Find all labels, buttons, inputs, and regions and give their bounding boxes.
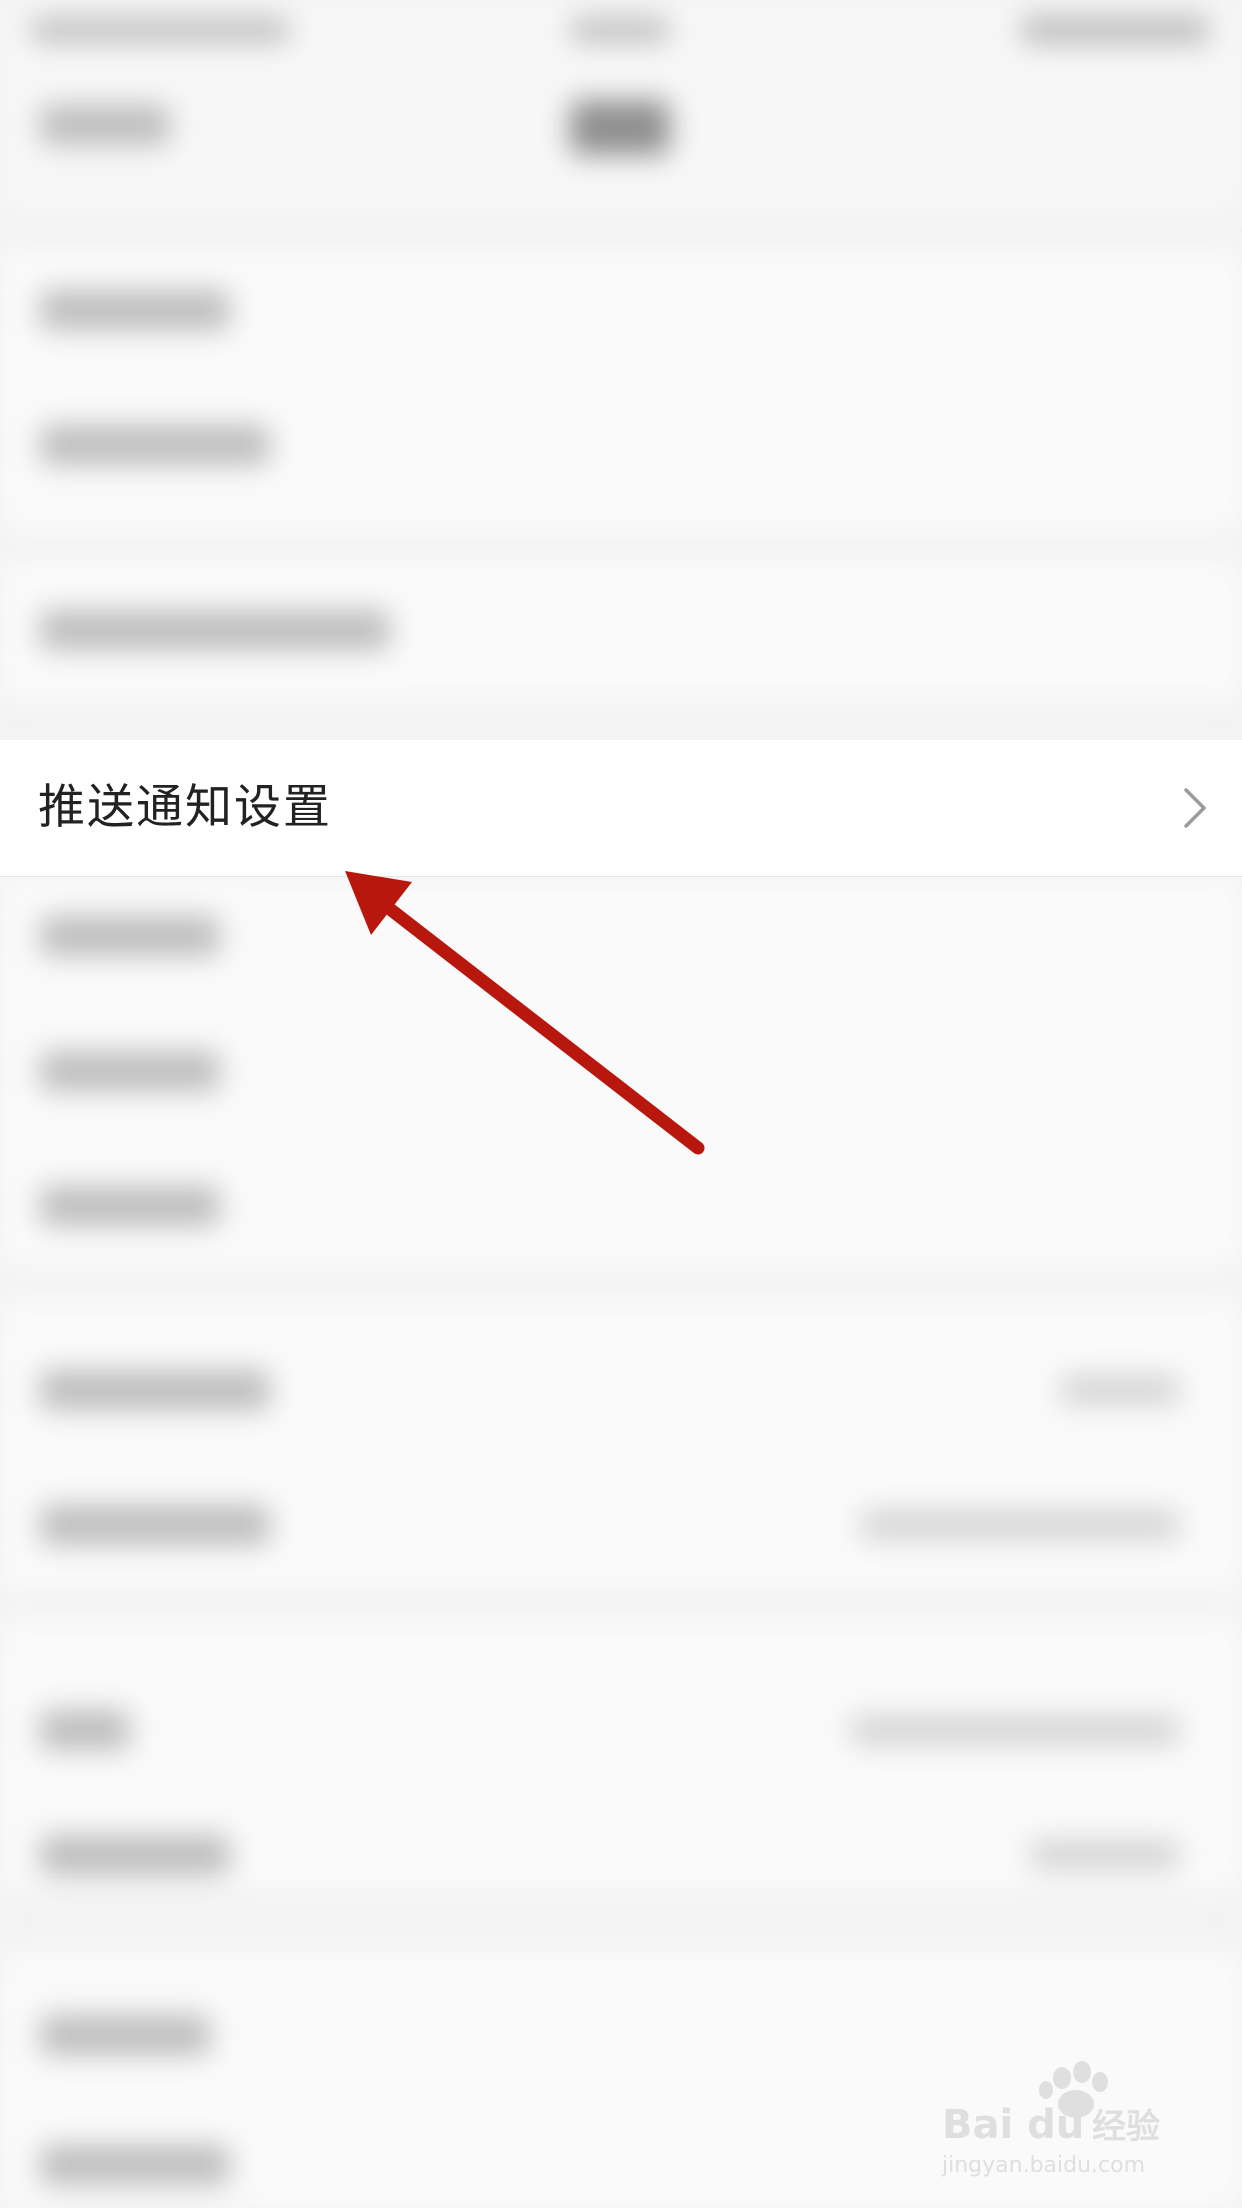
svg-text:经验: 经验 xyxy=(1092,2107,1160,2147)
svg-text:jingyan.baidu.com: jingyan.baidu.com xyxy=(942,2153,1145,2178)
settings-group-3 xyxy=(0,876,1242,1266)
settings-group-2 xyxy=(0,560,1242,700)
svg-text:Bai du: Bai du xyxy=(942,2102,1084,2148)
settings-group-4 xyxy=(0,1300,1242,1590)
settings-group-5 xyxy=(0,1620,1242,1890)
status-bar xyxy=(0,0,1242,60)
settings-screen: 推送通知设置 Bai du 经验 jingyan.baidu.com xyxy=(0,0,1242,2208)
navigation-bar xyxy=(0,60,1242,210)
settings-group-1 xyxy=(0,250,1242,530)
row-label: 推送通知设置 xyxy=(38,780,332,835)
blurred-background xyxy=(0,0,1242,2208)
push-notification-settings-row[interactable]: 推送通知设置 xyxy=(0,740,1242,877)
chevron-right-icon xyxy=(1184,788,1206,828)
baidu-watermark-logo: Bai du 经验 jingyan.baidu.com xyxy=(942,2061,1160,2178)
